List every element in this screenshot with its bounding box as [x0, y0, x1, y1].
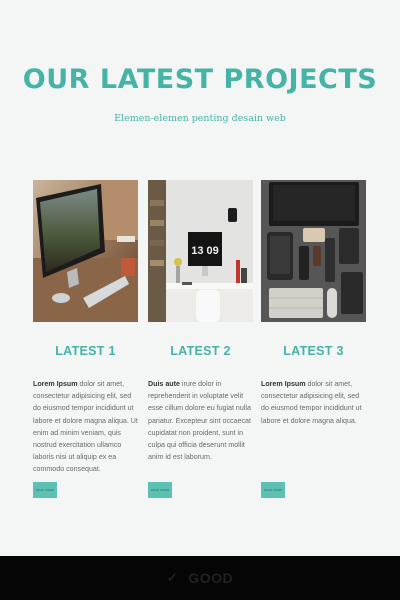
- workspace-clock-photo: 13 09: [148, 180, 253, 322]
- project-body-1: dolor sit amet, consectetur adipisicing …: [33, 380, 138, 474]
- project-lead-3: Lorem Ipsum: [261, 380, 306, 388]
- project-image-2[interactable]: 13 09: [148, 180, 253, 322]
- project-image-3[interactable]: [261, 180, 366, 322]
- project-text-3: Lorem Ipsum dolor sit amet, consectetur …: [261, 378, 367, 427]
- status-indicator: ✓ GOOD: [167, 570, 233, 586]
- project-lead-1: Lorem Ipsum: [33, 380, 78, 388]
- project-body-2: irure dolor in reprehenderit in voluptat…: [148, 380, 251, 462]
- check-icon: ✓: [166, 570, 179, 585]
- project-text-2: Duis aute irure dolor in reprehenderit i…: [148, 378, 254, 463]
- project-title-1[interactable]: LATEST 1: [33, 344, 138, 358]
- status-label: GOOD: [188, 570, 234, 586]
- project-title-3[interactable]: LATEST 3: [261, 344, 366, 358]
- project-card-3: LATEST 3 Lorem Ipsum dolor sit amet, con…: [261, 180, 367, 498]
- project-image-1[interactable]: [33, 180, 138, 322]
- section-subtitle: Elemen-elemen penting desain web: [114, 113, 286, 124]
- read-more-button-2[interactable]: READ MORE: [148, 482, 172, 498]
- project-card-2: 13 09 LATEST 2 Duis aute irure dolor in …: [148, 180, 254, 498]
- project-text-1: Lorem Ipsum dolor sit amet, consectetur …: [33, 378, 139, 476]
- desk-imac-photo: [33, 180, 138, 322]
- flatlay-devices-photo: [261, 180, 366, 322]
- read-more-button-3[interactable]: READ MORE: [261, 482, 285, 498]
- section-title: OUR LATEST PROJECTS: [22, 64, 378, 95]
- bottom-status-bar: ✓ GOOD: [0, 556, 400, 600]
- project-lead-2: Duis aute: [148, 380, 180, 388]
- project-card-1: LATEST 1 Lorem Ipsum dolor sit amet, con…: [33, 180, 139, 498]
- read-more-button-1[interactable]: READ MORE: [33, 482, 57, 498]
- svg-text:13 09: 13 09: [191, 245, 219, 257]
- project-title-2[interactable]: LATEST 2: [148, 344, 253, 358]
